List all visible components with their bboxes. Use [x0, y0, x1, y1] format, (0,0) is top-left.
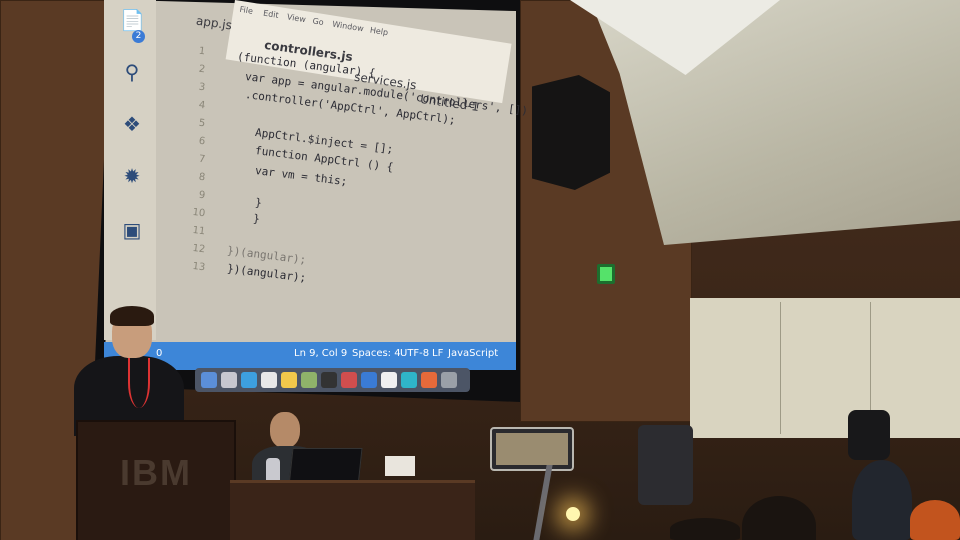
files-badge: 2 — [132, 30, 145, 43]
app-icon[interactable] — [341, 372, 357, 388]
line-number: 7 — [198, 153, 206, 166]
line-number: 10 — [191, 206, 206, 220]
git-icon[interactable]: ❖ — [120, 112, 144, 136]
language-mode[interactable]: JavaScript — [448, 348, 498, 359]
code-line: } — [254, 196, 263, 210]
speaker — [532, 75, 610, 190]
line-number: 4 — [198, 99, 206, 112]
line-number: 1 — [198, 45, 206, 58]
app-icon[interactable] — [421, 372, 437, 388]
trash-icon[interactable] — [441, 372, 457, 388]
line-number: 11 — [191, 224, 206, 238]
cursor-position[interactable]: Ln 9, Col 9 — [294, 348, 347, 359]
search-icon[interactable]: ⚲ — [120, 60, 144, 84]
frosted-windows — [690, 298, 960, 438]
encoding[interactable]: UTF-8 — [400, 348, 429, 359]
app-icon[interactable] — [401, 372, 417, 388]
tab-app-js[interactable]: app.js — [195, 14, 233, 33]
safari-icon[interactable] — [241, 372, 257, 388]
line-number: 13 — [191, 260, 206, 274]
audience-member — [742, 496, 816, 540]
audience-member — [910, 500, 960, 540]
debug-icon[interactable]: ✹ — [120, 164, 144, 188]
dock — [195, 368, 470, 392]
extensions-icon[interactable]: ▣ — [120, 218, 144, 242]
code-line: } — [252, 212, 261, 226]
cup — [385, 456, 415, 476]
lecture-hall: File Edit View Go Window Help 📄 2 ⚲ ❖ ✹ … — [0, 0, 960, 540]
line-number: 5 — [198, 117, 206, 130]
terminal-icon[interactable] — [321, 372, 337, 388]
line-number: 12 — [191, 242, 206, 256]
line-number: 6 — [198, 135, 206, 148]
line-number: 8 — [198, 171, 206, 184]
launchpad-icon[interactable] — [221, 372, 237, 388]
indentation[interactable]: Spaces: 4 — [352, 348, 401, 359]
podium-logo: IBM — [120, 452, 192, 493]
files-icon[interactable]: 📄 2 — [120, 8, 145, 43]
line-number: 2 — [198, 63, 206, 76]
app-icon[interactable] — [381, 372, 397, 388]
app-icon[interactable] — [301, 372, 317, 388]
chair — [638, 425, 693, 505]
presenter — [68, 306, 184, 436]
app-icon[interactable] — [261, 372, 277, 388]
tripod — [533, 465, 553, 540]
line-ending[interactable]: LF — [432, 348, 443, 359]
chrome-icon[interactable] — [281, 372, 297, 388]
code-area[interactable]: 1 2 3 4 5 6 7 8 9 10 11 12 13 (function … — [156, 36, 529, 336]
line-number: 3 — [198, 81, 206, 94]
audience-member — [852, 460, 912, 540]
exit-sign — [597, 264, 615, 284]
podium: IBM — [76, 420, 236, 540]
lamp — [566, 507, 580, 521]
activity-bar: 📄 2 ⚲ ❖ ✹ ▣ — [104, 0, 156, 340]
code-line: var vm = this; — [254, 164, 349, 189]
finder-icon[interactable] — [201, 372, 217, 388]
vscode-icon[interactable] — [361, 372, 377, 388]
audience-member — [670, 518, 740, 540]
table — [230, 480, 475, 540]
backpack — [848, 410, 890, 460]
phone-on-tripod — [490, 427, 574, 471]
line-number: 9 — [198, 189, 206, 202]
